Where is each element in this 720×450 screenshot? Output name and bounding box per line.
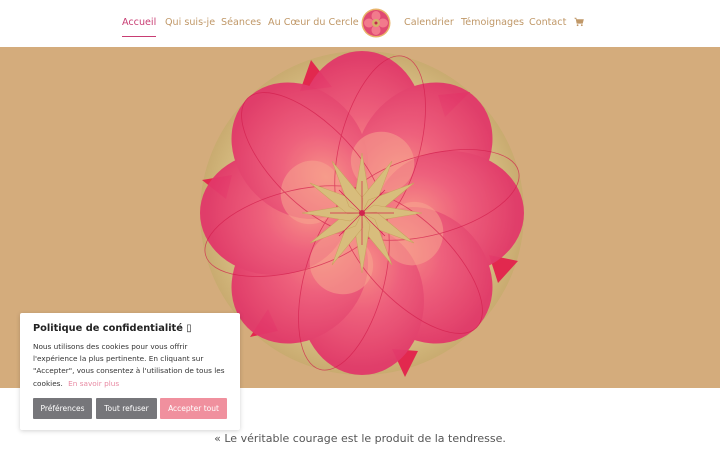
active-underline <box>122 36 157 37</box>
mandala-logo[interactable] <box>361 8 391 38</box>
nav-item-calendrier[interactable]: Calendrier <box>404 17 454 28</box>
nav-item-accueil[interactable]: Accueil <box>122 17 157 37</box>
cookie-consent-panel: Politique de confidentialité ▯ Nous util… <box>20 313 240 430</box>
nav-item-contact[interactable]: Contact <box>529 17 566 28</box>
accept-all-button[interactable]: Accepter tout <box>160 398 227 419</box>
quote-text: « Le véritable courage est le produit de… <box>214 432 506 445</box>
nav-item-seances[interactable]: Séances <box>221 17 261 28</box>
nav-label: Accueil <box>122 17 157 28</box>
cart-icon[interactable] <box>574 17 584 27</box>
nav-item-au-coeur-du-cercle[interactable]: Au Cœur du Cercle <box>268 17 359 28</box>
nav-item-qui-suis-je[interactable]: Qui suis-je <box>165 17 215 28</box>
cookie-message: Nous utilisons des cookies pour vous off… <box>33 341 231 390</box>
cookie-body-text: Nous utilisons des cookies pour vous off… <box>33 342 225 388</box>
learn-more-link[interactable]: En savoir plus <box>68 379 119 388</box>
preferences-button[interactable]: Préférences <box>33 398 92 419</box>
nav-item-temoignages[interactable]: Témoignages <box>461 17 524 28</box>
refuse-all-button[interactable]: Tout refuser <box>96 398 157 419</box>
cookie-title: Politique de confidentialité ▯ <box>33 323 192 334</box>
site-header: Accueil Qui suis-je Séances Au Cœur du C… <box>0 0 720 47</box>
